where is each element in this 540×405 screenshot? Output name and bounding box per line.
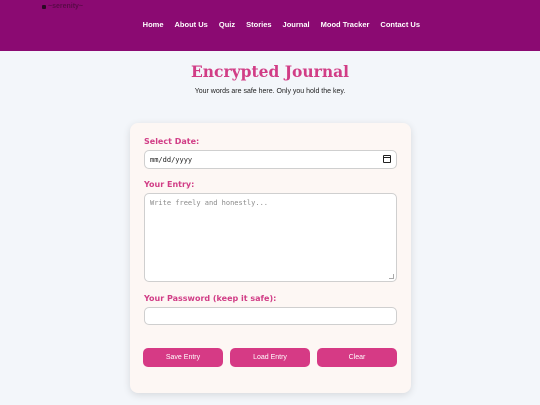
page-title: Encrypted Journal xyxy=(190,62,350,81)
password-label: Your Password (keep it safe): xyxy=(144,294,277,303)
nav-link-contact-us[interactable]: Contact Us xyxy=(380,20,420,29)
password-input[interactable] xyxy=(144,307,397,325)
save-entry-button[interactable]: Save Entry xyxy=(143,348,223,367)
resize-handle-icon[interactable] xyxy=(389,274,394,279)
logo-icon xyxy=(42,5,46,9)
nav-link-about-us[interactable]: About Us xyxy=(175,20,208,29)
nav-link-mood-tracker[interactable]: Mood Tracker xyxy=(321,20,370,29)
nav-link-quiz[interactable]: Quiz xyxy=(219,20,235,29)
entry-placeholder: Write freely and honestly... xyxy=(150,199,269,207)
top-navbar: ~serenity~ Home About Us Quiz Stories Jo… xyxy=(0,0,540,51)
entry-textarea[interactable]: Write freely and honestly... xyxy=(144,193,397,282)
page-subtitle: Your words are safe here. Only you hold … xyxy=(194,88,346,95)
nav-link-home[interactable]: Home xyxy=(143,20,164,29)
date-input[interactable]: mm/dd/yyyy xyxy=(144,150,397,169)
load-entry-button[interactable]: Load Entry xyxy=(230,348,310,367)
nav-link-journal[interactable]: Journal xyxy=(283,20,310,29)
nav-link-stories[interactable]: Stories xyxy=(246,20,271,29)
site-logo[interactable]: ~serenity~ xyxy=(42,2,100,12)
entry-label: Your Entry: xyxy=(144,180,195,189)
date-input-value: mm/dd/yyyy xyxy=(150,156,193,164)
calendar-icon[interactable] xyxy=(383,155,391,163)
main-nav: Home About Us Quiz Stories Journal Mood … xyxy=(143,20,420,29)
date-label: Select Date: xyxy=(144,137,200,146)
journal-form-card: Select Date: mm/dd/yyyy Your Entry: Writ… xyxy=(130,123,411,393)
clear-button[interactable]: Clear xyxy=(317,348,397,367)
logo-text: ~serenity~ xyxy=(48,3,84,10)
